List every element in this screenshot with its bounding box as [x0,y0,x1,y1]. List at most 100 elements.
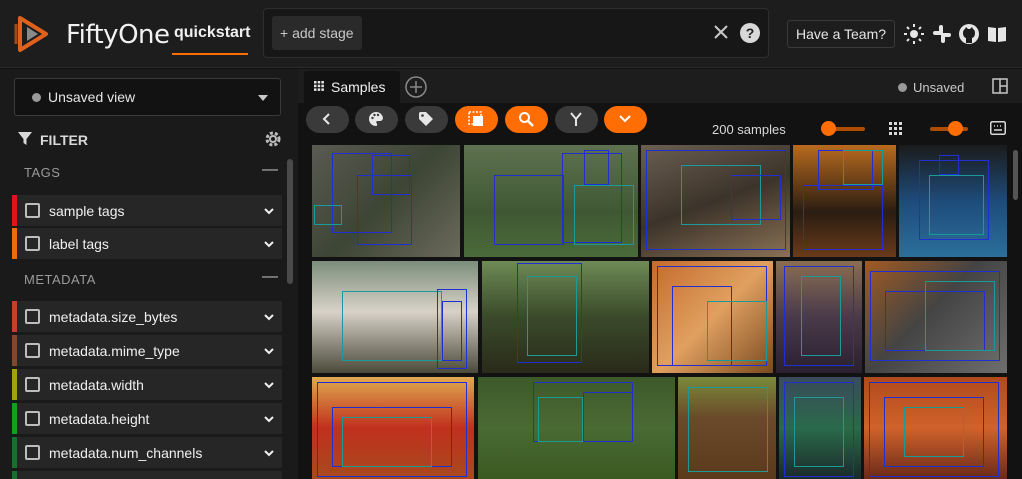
sidebar-item-metadata-size-bytes[interactable]: metadata.size_bytes [12,301,282,332]
sidebar-item-metadata-height[interactable]: metadata.height [12,403,282,434]
sample-tile[interactable] [652,261,773,373]
tag-button[interactable] [405,106,448,133]
filter-icon [18,132,32,145]
chevron-down-icon[interactable] [264,346,274,356]
search-button[interactable] [505,106,548,133]
light-mode-icon[interactable] [903,23,925,45]
chevron-down-icon[interactable] [264,312,274,322]
merge-icon [570,112,582,126]
search-icon [519,112,534,127]
sidebar-item-partial[interactable] [12,471,282,479]
section-label: METADATA [24,272,96,287]
checkbox[interactable] [25,411,40,426]
detection-box [794,397,844,467]
detection-box [803,185,883,250]
sample-tile[interactable] [776,261,862,373]
select-samples-button[interactable] [455,106,498,133]
view-status-dot [32,93,41,102]
field-label: metadata.height [49,411,150,427]
grid-icon [314,81,324,91]
merge-button[interactable] [555,106,598,133]
detection-box [442,301,462,361]
fiftyone-logo-icon[interactable] [12,14,52,54]
detection-box [904,407,964,457]
chevron-down-icon[interactable] [264,239,274,249]
gallery-scrollbar[interactable] [1013,150,1018,200]
sample-tile[interactable] [464,145,638,257]
chevron-down-icon[interactable] [264,380,274,390]
detection-box [925,281,995,351]
checkbox[interactable] [25,203,40,218]
tab-label: Samples [331,79,386,95]
sample-tile[interactable] [312,261,478,373]
sample-tile[interactable] [793,145,896,257]
checkbox[interactable] [25,236,40,251]
gear-icon[interactable] [263,129,283,149]
sample-tile[interactable] [312,145,460,257]
tab-samples[interactable]: Samples [304,71,400,103]
close-icon[interactable] [712,23,730,41]
detection-box [342,291,442,361]
detection-box [843,150,883,185]
field-color-bar [12,195,17,226]
view-bar[interactable]: + add stage ? [263,8,769,58]
zoom-slider-handle[interactable] [821,121,836,136]
sidebar-item-metadata-width[interactable]: metadata.width [12,369,282,400]
color-scheme-button[interactable] [355,106,398,133]
grid-view-icon[interactable] [889,122,902,135]
chevron-down-icon [258,95,268,101]
view-selector[interactable]: Unsaved view [14,78,281,116]
keyboard-icon[interactable] [990,121,1006,135]
sample-tile[interactable] [865,261,1007,373]
checkbox[interactable] [25,309,40,324]
back-button[interactable] [306,106,349,133]
detection-box [494,175,564,245]
collapse-icon[interactable]: — [262,268,278,286]
sample-tile[interactable] [478,377,675,479]
chevron-down-icon[interactable] [264,414,274,424]
sample-tile[interactable] [482,261,649,373]
sidebar-item-label-tags[interactable]: label tags [12,228,282,259]
collapse-icon[interactable]: — [262,161,278,179]
sample-tile[interactable] [779,377,861,479]
detection-box [583,392,633,442]
dataset-selector[interactable]: quickstart [174,24,250,42]
split-layout-icon[interactable] [992,78,1008,94]
github-icon[interactable] [958,23,980,45]
detection-box [342,417,432,467]
detection-box [929,175,984,235]
grid-size-slider-handle[interactable] [948,121,963,136]
checkbox[interactable] [25,377,40,392]
slack-icon[interactable] [931,23,953,45]
section-tags[interactable]: TAGS — [12,158,282,186]
sidebar-scrollbar[interactable] [287,159,293,284]
sidebar: Unsaved view FILTER TAGS — sample tags l… [0,69,298,479]
detection-box [314,205,342,225]
add-panel-icon[interactable] [405,76,427,98]
checkbox[interactable] [25,445,40,460]
checkbox[interactable] [25,343,40,358]
sample-tile[interactable] [864,377,1007,479]
more-options-button[interactable] [604,106,647,133]
section-label: TAGS [24,165,61,180]
detection-box [372,155,410,195]
gallery-toolbar: 200 samples [298,103,1022,143]
have-a-team-button[interactable]: Have a Team? [787,20,896,48]
add-stage-button[interactable]: + add stage [272,16,362,50]
sample-tile[interactable] [899,145,1007,257]
section-metadata[interactable]: METADATA — [12,265,282,293]
chevron-down-icon[interactable] [264,448,274,458]
sample-gallery[interactable] [298,143,1012,479]
sidebar-item-metadata-mime-type[interactable]: metadata.mime_type [12,335,282,366]
chevron-down-icon[interactable] [264,206,274,216]
sample-tile[interactable] [678,377,776,479]
sample-tile[interactable] [641,145,790,257]
sidebar-item-metadata-num-channels[interactable]: metadata.num_channels [12,437,282,468]
docs-book-icon[interactable] [986,23,1008,45]
sample-tile[interactable] [312,377,474,479]
field-label: metadata.width [49,377,144,393]
tag-icon [419,112,433,126]
detection-box [527,276,577,356]
help-icon[interactable]: ? [740,23,760,43]
sidebar-item-sample-tags[interactable]: sample tags [12,195,282,226]
